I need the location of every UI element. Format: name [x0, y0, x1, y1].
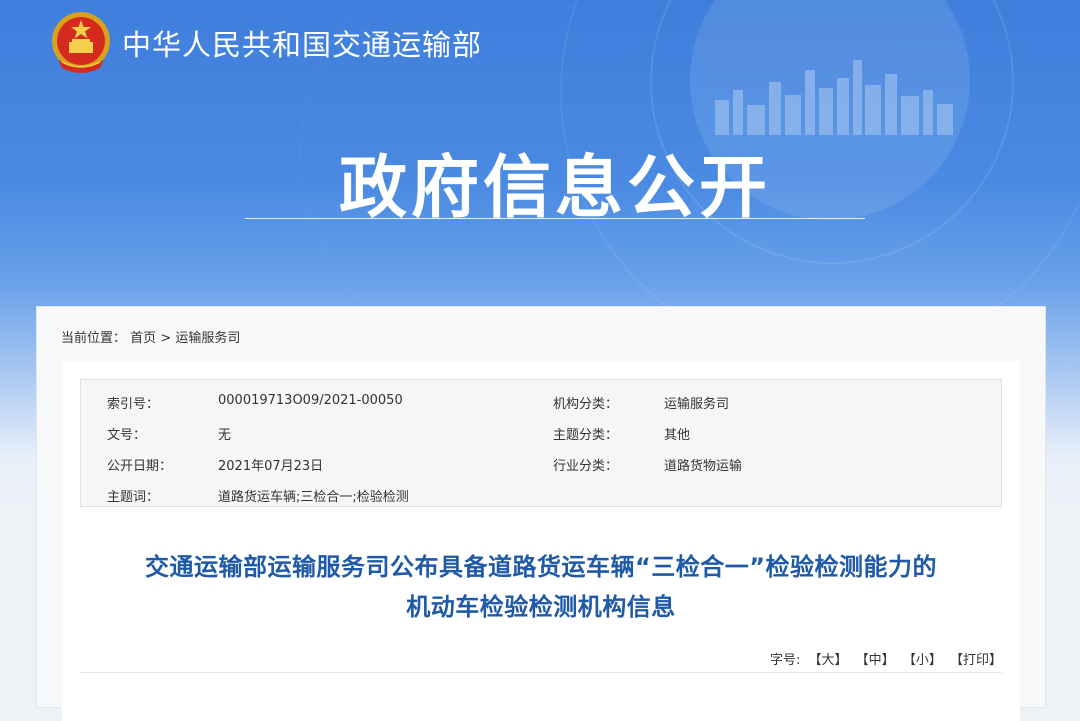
meta-label: 行业分类：: [553, 459, 619, 474]
breadcrumb-home-link[interactable]: 首页: [130, 331, 156, 346]
meta-label: 文号：: [107, 428, 147, 443]
article-title: 交通运输部运输服务司公布具备道路货运车辆“三检合一”检验检测能力的 机动车检验检…: [62, 547, 1020, 627]
article-title-line: 机动车检验检测机构信息: [406, 593, 676, 621]
content-card: 当前位置： 首页 > 运输服务司 索引号： 000019713O09/2021-…: [36, 306, 1046, 721]
meta-value: 其他: [664, 428, 691, 443]
meta-label: 公开日期：: [107, 459, 173, 474]
font-small-button[interactable]: 【小】: [903, 653, 942, 668]
meta-value: 2021年07月23日: [218, 459, 324, 474]
meta-value: 道路货物运输: [664, 459, 743, 474]
breadcrumb: 当前位置： 首页 > 运输服务司: [61, 327, 240, 346]
meta-label: 索引号：: [107, 397, 160, 412]
metadata-table: 索引号： 000019713O09/2021-00050 机构分类： 运输服务司…: [80, 379, 1002, 507]
city-skyline-illustration: [715, 60, 953, 135]
breadcrumb-current-link[interactable]: 运输服务司: [175, 331, 240, 346]
page-hero-title: 政府信息公开: [338, 149, 771, 228]
article-title-line: 交通运输部运输服务司公布具备道路货运车辆“三检合一”检验检测能力的: [144, 553, 938, 581]
metadata-row: 主题词： 道路货运车辆;三检合一;检验检测: [81, 483, 1001, 507]
font-medium-button[interactable]: 【中】: [856, 653, 895, 668]
font-size-toolbar: 字号: 【大】 【中】 【小】 【打印】: [770, 649, 1002, 668]
article-panel: 索引号： 000019713O09/2021-00050 机构分类： 运输服务司…: [62, 361, 1020, 721]
font-size-label: 字号:: [769, 653, 801, 668]
meta-value: 道路货运车辆;三检合一;检验检测: [218, 490, 409, 505]
font-large-button[interactable]: 【大】: [809, 653, 848, 668]
meta-label: 机构分类：: [553, 397, 619, 412]
print-button[interactable]: 【打印】: [950, 653, 1002, 668]
site-title[interactable]: 中华人民共和国交通运输部: [122, 22, 482, 64]
metadata-row: 索引号： 000019713O09/2021-00050 机构分类： 运输服务司: [81, 390, 1001, 414]
divider: [80, 672, 1002, 673]
meta-value: 运输服务司: [664, 397, 730, 412]
meta-label: 主题分类：: [553, 428, 619, 443]
hero-underline: [245, 218, 865, 219]
national-emblem-icon: [52, 12, 110, 73]
metadata-row: 文号： 无 主题分类： 其他: [81, 421, 1001, 445]
metadata-row: 公开日期： 2021年07月23日 行业分类： 道路货物运输: [81, 452, 1001, 476]
breadcrumb-separator: >: [160, 331, 172, 346]
meta-value: 无: [218, 428, 232, 443]
meta-value: 000019713O09/2021-00050: [218, 393, 403, 408]
breadcrumb-prefix: 当前位置：: [61, 331, 127, 346]
meta-label: 主题词：: [107, 490, 160, 505]
